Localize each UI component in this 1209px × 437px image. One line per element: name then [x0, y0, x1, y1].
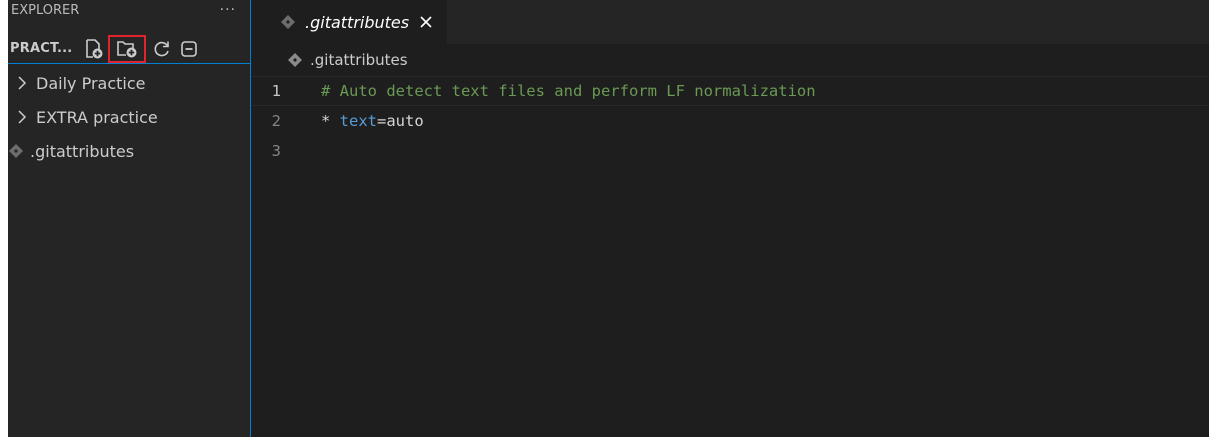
close-tab-button[interactable]	[419, 15, 433, 29]
tree-item-label: .gitattributes	[30, 141, 135, 161]
tree-item-label: Daily Practice	[36, 73, 146, 93]
collapse-all-button[interactable]	[177, 37, 201, 61]
git-file-icon	[281, 15, 295, 29]
line-token-key: text	[339, 112, 377, 130]
line-comment: # Auto detect text files and perform LF …	[321, 82, 816, 100]
code-line: 2 * text =auto	[251, 106, 1209, 136]
breadcrumb[interactable]: .gitattributes	[251, 44, 1209, 76]
tree-item-extra-practice[interactable]: EXTRA practice	[8, 100, 250, 134]
file-tree: Daily Practice EXTRA practice .gitattrib…	[8, 64, 250, 168]
line-number: 2	[271, 112, 281, 130]
tab-gitattributes[interactable]: .gitattributes	[251, 0, 448, 44]
refresh-button[interactable]	[150, 37, 174, 61]
explorer-sidebar: EXPLORER ··· PRACT... Daily Practice EXT…	[8, 0, 251, 437]
chevron-right-icon	[12, 76, 32, 90]
tree-item-daily-practice[interactable]: Daily Practice	[8, 66, 250, 100]
tree-item-gitattributes[interactable]: .gitattributes	[8, 134, 250, 168]
refresh-icon	[154, 41, 170, 56]
explorer-title: EXPLORER	[11, 2, 80, 18]
git-file-icon	[8, 144, 24, 158]
explorer-title-bar: EXPLORER ···	[8, 0, 250, 34]
code-line: 1 # Auto detect text files and perform L…	[251, 76, 1209, 106]
workspace-name: PRACT...	[10, 41, 73, 56]
new-folder-button[interactable]	[108, 34, 147, 63]
workspace-section-header[interactable]: PRACT...	[8, 34, 250, 64]
code-editor[interactable]: 1 # Auto detect text files and perform L…	[251, 76, 1209, 166]
line-number: 3	[271, 142, 281, 160]
line-number: 1	[271, 82, 281, 100]
tab-label: .gitattributes	[305, 12, 410, 32]
line-token-value: =auto	[377, 112, 424, 130]
line-token-star: *	[321, 112, 340, 130]
collapse-all-icon	[181, 40, 198, 57]
new-folder-icon	[117, 40, 137, 57]
more-actions-button[interactable]: ···	[220, 2, 236, 18]
tree-item-label: EXTRA practice	[36, 107, 158, 127]
vscode-window: EXPLORER ··· PRACT... Daily Practice EXT…	[8, 0, 1209, 437]
chevron-right-icon	[12, 110, 32, 124]
new-file-icon	[86, 38, 103, 58]
new-file-button[interactable]	[82, 37, 106, 61]
editor-area: .gitattributes .gitattributes 1 # Auto d…	[251, 0, 1209, 437]
tab-bar: .gitattributes	[251, 0, 1209, 44]
code-line: 3	[251, 136, 1209, 166]
breadcrumb-file: .gitattributes	[310, 51, 408, 69]
git-file-icon	[288, 53, 302, 67]
close-icon	[420, 16, 432, 28]
